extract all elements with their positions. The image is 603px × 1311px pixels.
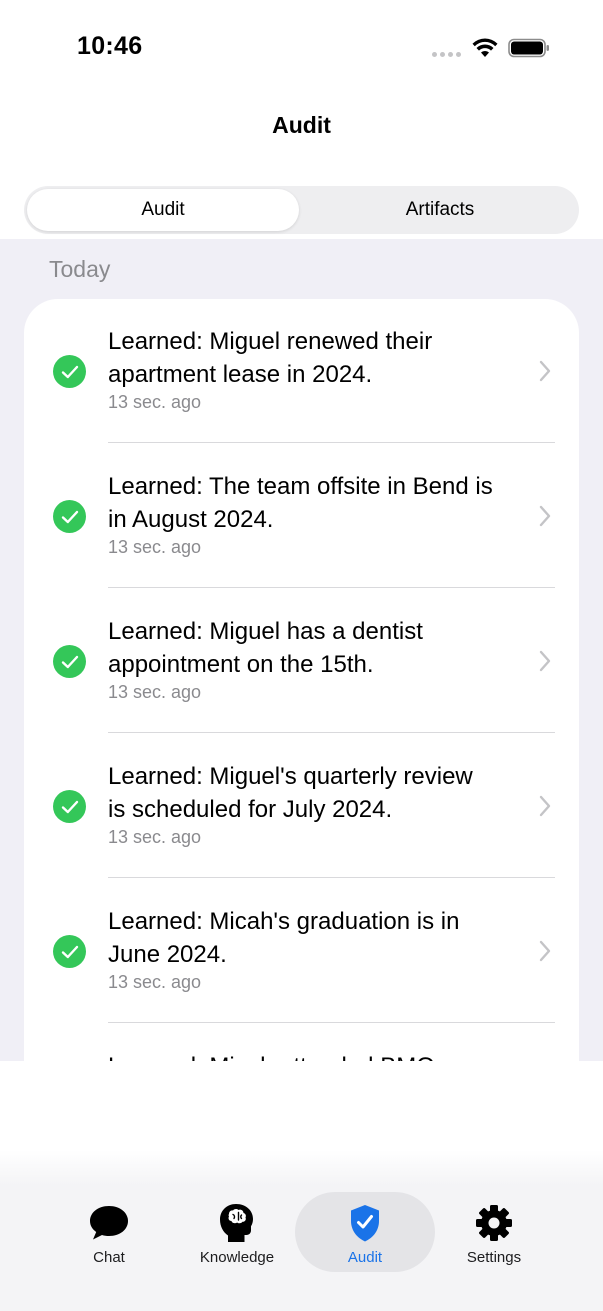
battery-icon: [508, 38, 549, 58]
row-divider: [108, 877, 555, 878]
row-timestamp: 13 sec. ago: [108, 682, 202, 702]
chevron-right-icon: [539, 650, 551, 672]
tab-label: Audit: [347, 1249, 383, 1266]
page-title: Audit: [272, 112, 331, 138]
row-timestamp: 13 sec. ago: [108, 392, 202, 412]
checkmark-circle-icon: [53, 645, 86, 678]
row-title-line2: apartment lease in 2024.: [108, 361, 373, 388]
section-header: Today: [49, 256, 111, 282]
wifi-icon: [472, 38, 498, 57]
row-title-line1: Learned: Miguel has a dentist: [108, 618, 423, 645]
chevron-right-icon: [539, 360, 551, 382]
row-timestamp: 13 sec. ago: [108, 972, 202, 992]
tab-bar-fade: [0, 1150, 603, 1186]
segment-artifacts[interactable]: Artifacts: [304, 189, 576, 231]
row-title-line1: Learned: Miguel renewed their: [108, 328, 433, 355]
tab-chat[interactable]: Chat: [39, 1192, 179, 1272]
audit-row[interactable]: Learned: Miguel renewed their apartment …: [24, 299, 579, 444]
row-title-line1: Learned: The team offsite in Bend is: [108, 473, 493, 500]
row-divider: [108, 1022, 555, 1023]
row-title-line2: appointment on the 15th.: [108, 651, 374, 678]
segmented-control: Audit Artifacts: [24, 186, 579, 234]
tab-audit[interactable]: Audit: [295, 1192, 435, 1272]
audit-row[interactable]: Learned: Miguel has a dentist appointmen…: [24, 589, 579, 734]
audit-row[interactable]: Learned: Miguel's quarterly review is sc…: [24, 734, 579, 879]
chevron-right-icon: [539, 940, 551, 962]
tab-bar: Chat Knowledge Audit Settings: [0, 1186, 603, 1311]
tab-label: Chat: [93, 1249, 125, 1266]
row-divider: [108, 732, 555, 733]
checkmark-circle-icon: [53, 355, 86, 388]
tab-label: Knowledge: [199, 1249, 275, 1266]
row-timestamp: 13 sec. ago: [108, 827, 202, 847]
row-title-line2: in August 2024.: [108, 506, 274, 533]
chevron-right-icon: [539, 505, 551, 527]
row-title-line2: June 2024.: [108, 941, 227, 968]
chevron-right-icon: [539, 795, 551, 817]
status-bar: 10:46: [0, 0, 603, 90]
tab-label: Settings: [466, 1249, 522, 1266]
checkmark-circle-icon: [53, 790, 86, 823]
row-divider: [108, 587, 555, 588]
checkmark-circle-icon: [53, 935, 86, 968]
gear-icon: [472, 1202, 516, 1244]
audit-row[interactable]: Learned: The team offsite in Bend is in …: [24, 444, 579, 589]
audit-list-area[interactable]: Today Learned: Miguel renewed their apar…: [0, 239, 603, 1061]
shield-check-icon: [343, 1202, 387, 1244]
status-time: 10:46: [77, 32, 143, 60]
brain-head-icon: [215, 1202, 259, 1244]
cellular-signal-icon: [432, 52, 461, 57]
checkmark-circle-icon: [53, 500, 86, 533]
row-divider: [108, 442, 555, 443]
row-title-line1: Learned: Micah's graduation is in: [108, 908, 460, 935]
row-timestamp: 13 sec. ago: [108, 537, 202, 557]
audit-list: Learned: Miguel renewed their apartment …: [24, 299, 579, 1061]
row-title-line2: is scheduled for July 2024.: [108, 796, 393, 823]
row-title-line1: Learned: Micah attended BMO...: [108, 1050, 528, 1061]
tab-settings[interactable]: Settings: [424, 1192, 564, 1272]
row-title-line1: Learned: Miguel's quarterly review: [108, 763, 473, 790]
segment-audit[interactable]: Audit: [27, 189, 299, 231]
audit-row[interactable]: Learned: Micah attended BMO...: [24, 1024, 579, 1061]
tab-knowledge[interactable]: Knowledge: [167, 1192, 307, 1272]
chat-bubble-icon: [87, 1202, 131, 1244]
audit-row[interactable]: Learned: Micah's graduation is in June 2…: [24, 879, 579, 1024]
